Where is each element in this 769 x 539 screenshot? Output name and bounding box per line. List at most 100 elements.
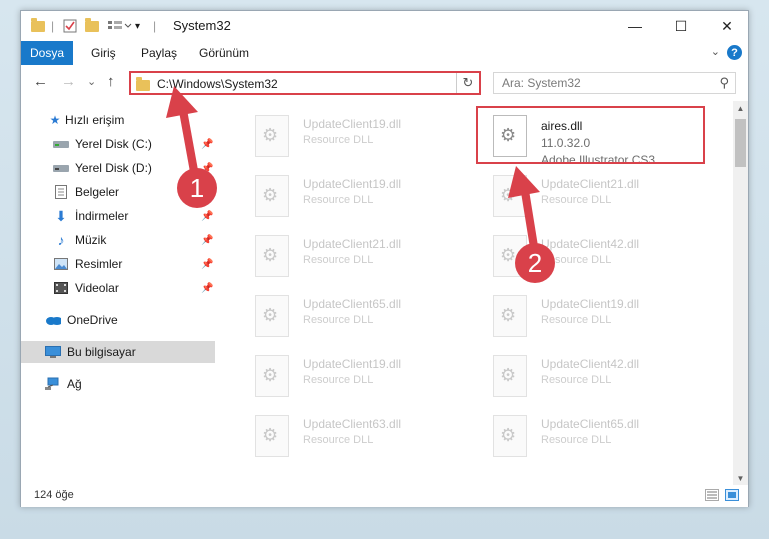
- sidebar-label: Hızlı erişim: [65, 113, 125, 127]
- sidebar-item-onedrive[interactable]: OneDrive: [21, 309, 215, 331]
- details-view-icon[interactable]: [705, 489, 719, 501]
- item-count: 124 öğe: [34, 489, 74, 501]
- search-box[interactable]: Ara: System32 ⚲: [493, 72, 736, 94]
- navigation-pane: ★ Hızlı erişim Yerel Disk (C:) 📌 Yerel D…: [21, 101, 215, 485]
- tab-view[interactable]: Görünüm: [199, 46, 249, 60]
- refresh-button[interactable]: ↻: [456, 73, 479, 93]
- search-icon[interactable]: ⚲: [719, 75, 729, 91]
- sidebar-item-music[interactable]: ♪ Müzik 📌: [21, 229, 215, 251]
- sidebar-item-quick-access[interactable]: ★ Hızlı erişim: [21, 109, 215, 131]
- scroll-thumb[interactable]: [735, 119, 746, 167]
- file-item[interactable]: ⚙ UpdateClient21.dll Resource DLL: [241, 229, 467, 281]
- tab-share[interactable]: Paylaş: [141, 46, 177, 60]
- pin-icon[interactable]: 📌: [201, 259, 213, 270]
- navigation-bar: ← → ⌄ ↑ C:\Windows\System32 ↻ Ara: Syste…: [21, 65, 748, 101]
- vertical-scrollbar[interactable]: ▲ ▼: [733, 101, 748, 485]
- file-name: UpdateClient21.dll: [303, 237, 402, 251]
- file-type: Resource DLL: [303, 194, 374, 206]
- search-input[interactable]: Ara: System32: [502, 76, 581, 90]
- quick-access-folder-icon[interactable]: [31, 17, 45, 35]
- toolbar-dropdown-icon[interactable]: ▾: [135, 17, 140, 35]
- file-item[interactable]: ⚙ UpdateClient21.dll Resource DLL: [479, 169, 705, 221]
- pin-icon[interactable]: 📌: [201, 235, 213, 246]
- sidebar-label: Bu bilgisayar: [67, 345, 136, 359]
- back-button[interactable]: ←: [33, 73, 48, 90]
- file-type: Resource DLL: [303, 374, 374, 386]
- forward-button[interactable]: →: [61, 73, 76, 90]
- new-folder-icon[interactable]: [85, 17, 99, 35]
- pin-icon[interactable]: 📌: [201, 211, 213, 222]
- file-name: UpdateClient65.dll: [303, 297, 402, 311]
- sidebar-item-network[interactable]: Ağ: [21, 373, 215, 395]
- sidebar-item-downloads[interactable]: ⬇ İndirmeler 📌: [21, 205, 215, 227]
- network-icon: [45, 377, 61, 391]
- maximize-button[interactable]: ☐: [658, 11, 704, 41]
- sidebar-label: Belgeler: [75, 185, 120, 199]
- tab-home[interactable]: Giriş: [91, 46, 116, 60]
- file-name: UpdateClient21.dll: [541, 177, 640, 191]
- properties-icon[interactable]: [63, 17, 77, 35]
- sidebar-label: Resimler: [75, 257, 123, 271]
- file-name: UpdateClient19.dll: [303, 177, 402, 191]
- dll-file-icon: ⚙: [255, 355, 289, 397]
- file-name: UpdateClient42.dll: [541, 237, 640, 251]
- pin-icon[interactable]: 📌: [201, 139, 213, 150]
- sidebar-label: Videolar: [75, 281, 119, 295]
- file-item[interactable]: ⚙ UpdateClient19.dll Resource DLL: [241, 169, 467, 221]
- sidebar-label: OneDrive: [67, 313, 118, 327]
- help-icon[interactable]: ?: [727, 45, 742, 60]
- file-type: Resource DLL: [303, 314, 374, 326]
- sidebar-label: İndirmeler: [75, 209, 129, 223]
- explorer-window: | ▾ | System32 — ☐ ✕ Dosya Giriş Paylaş …: [20, 10, 749, 507]
- dll-file-icon: ⚙: [493, 295, 527, 337]
- scroll-down-icon[interactable]: ▼: [733, 471, 748, 485]
- recent-locations-button[interactable]: ⌄: [87, 75, 96, 88]
- window-title: System32: [173, 18, 231, 33]
- ribbon-collapse-icon[interactable]: ⌄: [711, 45, 720, 58]
- file-type: Resource DLL: [303, 134, 374, 146]
- file-item[interactable]: ⚙ UpdateClient19.dll Resource DLL: [241, 109, 467, 161]
- sidebar-label: Ağ: [67, 377, 82, 391]
- customize-toolbar-icon[interactable]: [107, 17, 133, 35]
- close-button[interactable]: ✕: [704, 11, 750, 41]
- sidebar-item-disk-c[interactable]: Yerel Disk (C:) 📌: [21, 133, 215, 155]
- sidebar-item-this-pc[interactable]: Bu bilgisayar: [21, 341, 215, 363]
- scroll-up-icon[interactable]: ▲: [733, 101, 748, 115]
- dll-file-icon: ⚙: [255, 235, 289, 277]
- title-bar: | ▾ | System32 — ☐ ✕: [21, 11, 748, 41]
- file-type: Resource DLL: [303, 254, 374, 266]
- file-name: UpdateClient19.dll: [303, 117, 402, 131]
- file-name: UpdateClient65.dll: [541, 417, 640, 431]
- file-item[interactable]: ⚙ UpdateClient65.dll Resource DLL: [241, 289, 467, 341]
- file-item[interactable]: ⚙ UpdateClient19.dll Resource DLL: [241, 349, 467, 401]
- file-item[interactable]: ⚙ UpdateClient42.dll Resource DLL: [479, 229, 705, 281]
- file-item[interactable]: ⚙ UpdateClient65.dll Resource DLL: [479, 409, 705, 461]
- sidebar-label: Müzik: [75, 233, 107, 247]
- sidebar-label: Yerel Disk (D:): [75, 161, 152, 175]
- file-name: UpdateClient42.dll: [541, 357, 640, 371]
- tab-file[interactable]: Dosya: [21, 41, 73, 65]
- sidebar-item-pictures[interactable]: Resimler 📌: [21, 253, 215, 275]
- sidebar-item-videos[interactable]: Videolar 📌: [21, 277, 215, 299]
- up-button[interactable]: ↑: [107, 73, 115, 90]
- dll-file-icon: ⚙: [255, 415, 289, 457]
- tiles-view-icon[interactable]: [725, 489, 739, 501]
- dll-file-icon: ⚙: [255, 295, 289, 337]
- music-icon: ♪: [57, 232, 65, 248]
- download-icon: ⬇: [55, 207, 67, 224]
- cloud-icon: [45, 313, 61, 327]
- dll-file-icon: ⚙: [255, 175, 289, 217]
- file-item[interactable]: ⚙ UpdateClient63.dll Resource DLL: [241, 409, 467, 461]
- video-icon: [53, 281, 69, 295]
- title-separator: |: [153, 19, 157, 33]
- file-name: UpdateClient19.dll: [541, 297, 640, 311]
- file-item[interactable]: ⚙ UpdateClient42.dll Resource DLL: [479, 349, 705, 401]
- ribbon-tabs: Dosya Giriş Paylaş Görünüm ⌄ ?: [21, 41, 748, 66]
- status-bar: 124 öğe: [21, 485, 748, 507]
- minimize-button[interactable]: —: [612, 11, 658, 41]
- address-path[interactable]: C:\Windows\System32: [157, 77, 278, 91]
- address-bar[interactable]: C:\Windows\System32 ↻: [129, 71, 481, 95]
- file-item[interactable]: ⚙ UpdateClient19.dll Resource DLL: [479, 289, 705, 341]
- pin-icon[interactable]: 📌: [201, 283, 213, 294]
- pictures-icon: [53, 257, 69, 271]
